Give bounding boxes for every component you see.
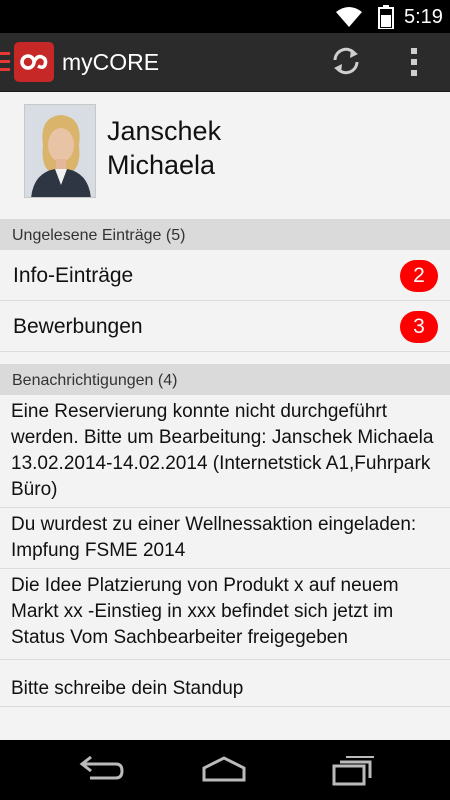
list-item-label: Bewerbungen — [13, 315, 143, 338]
wifi-icon — [336, 7, 362, 27]
status-bar: 5:19 — [0, 0, 450, 33]
action-bar: myCORE — [0, 33, 450, 92]
list-item-label: Info-Einträge — [13, 264, 134, 287]
clock: 5:19 — [404, 6, 443, 28]
notification-item[interactable]: Du wurdest zu einer Wellnessaktion einge… — [0, 508, 450, 569]
count-badge: 3 — [400, 311, 438, 343]
home-icon[interactable] — [200, 754, 248, 786]
back-icon[interactable] — [76, 754, 124, 786]
unread-section-header: Ungelesene Einträge (5) — [0, 219, 450, 250]
notification-item[interactable]: Die Idee Platzierung von Produkt x auf n… — [0, 569, 450, 660]
profile-card[interactable]: Janschek Michaela — [0, 92, 450, 219]
app-logo[interactable] — [14, 42, 54, 82]
system-nav-bar — [0, 740, 450, 800]
avatar — [24, 104, 96, 198]
menu-icon[interactable] — [0, 52, 10, 72]
refresh-icon[interactable] — [330, 45, 362, 77]
main-content[interactable]: Janschek Michaela Ungelesene Einträge (5… — [0, 92, 450, 740]
profile-first-name: Michaela — [107, 150, 216, 180]
notifications-section-header: Benachrichtigungen (4) — [0, 364, 450, 395]
notification-item[interactable]: Bitte schreibe dein Standup — [0, 660, 450, 707]
recents-icon[interactable] — [328, 754, 376, 786]
list-item-info-entries[interactable]: Info-Einträge 2 — [0, 250, 450, 301]
count-badge: 2 — [400, 260, 438, 292]
battery-icon — [378, 5, 394, 29]
notification-item[interactable]: Eine Reservierung konnte nicht durchgefü… — [0, 395, 450, 508]
list-item-applications[interactable]: Bewerbungen 3 — [0, 301, 450, 352]
overflow-menu-icon[interactable] — [404, 45, 424, 79]
app-title: myCORE — [62, 49, 160, 75]
profile-last-name: Janschek — [107, 116, 222, 146]
